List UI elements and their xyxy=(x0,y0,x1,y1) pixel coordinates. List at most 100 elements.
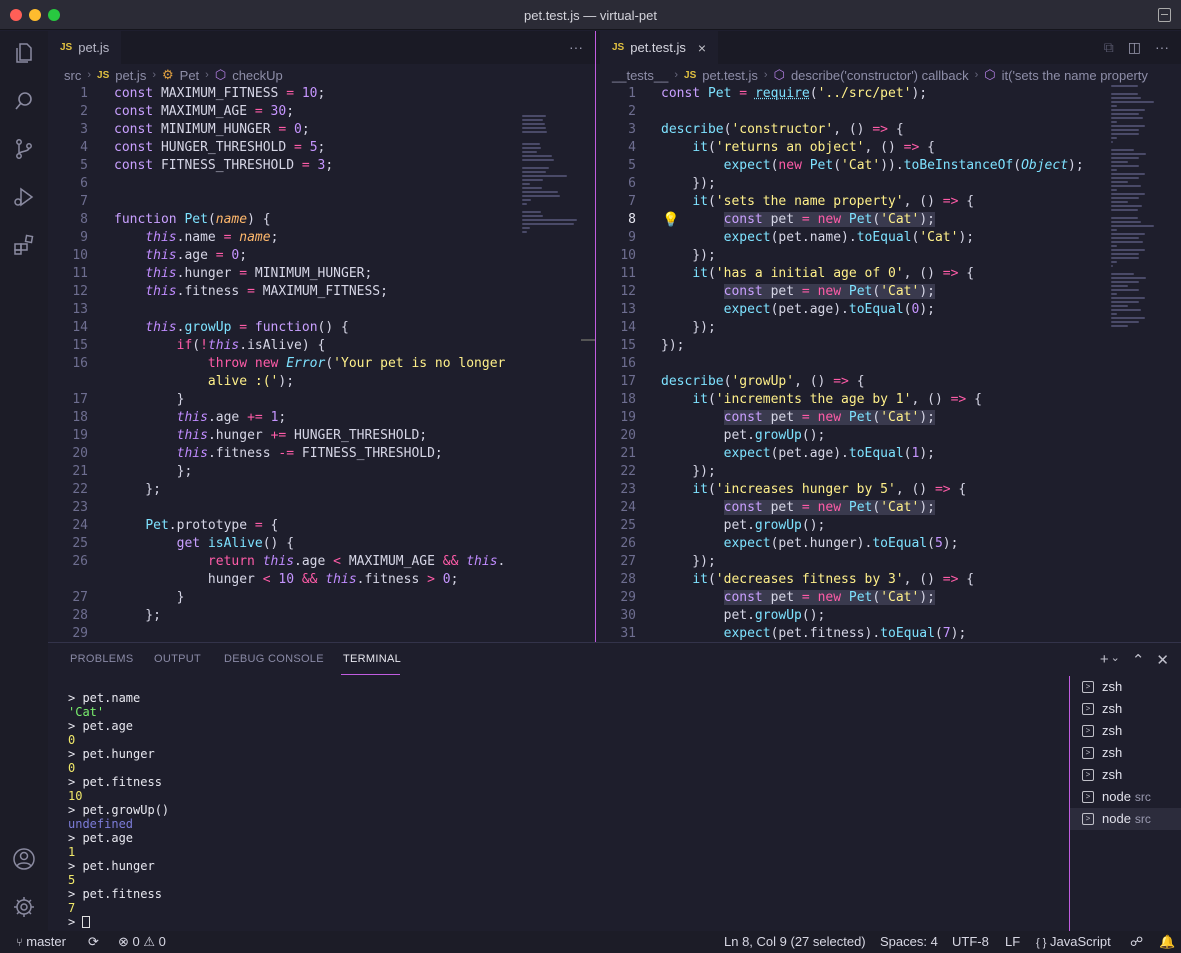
terminal-instance[interactable]: > zsh xyxy=(1070,698,1181,720)
code-line[interactable]: 13 xyxy=(48,301,595,319)
code-line[interactable]: 11 it('has a initial age of 0', () => { xyxy=(596,265,1181,283)
terminal-output[interactable]: > pet.name 'Cat' > pet.age 0 > pet.hunger 0 > … xyxy=(68,691,169,929)
code-line[interactable]: 26 return this.age < MAXIMUM_AGE && this… xyxy=(48,553,595,571)
tab-output[interactable]: OUTPUT xyxy=(154,653,201,665)
code-line[interactable]: 27 } xyxy=(48,589,595,607)
tab-debug-console[interactable]: DEBUG CONSOLE xyxy=(224,653,324,665)
code-line[interactable]: 25 pet.growUp(); xyxy=(596,517,1181,535)
code-line[interactable]: 2 xyxy=(596,103,1181,121)
settings-gear-icon[interactable] xyxy=(12,895,36,919)
more-actions-icon[interactable]: ··· xyxy=(569,39,583,55)
code-line[interactable]: 7 xyxy=(48,193,595,211)
tab-pet-js[interactable]: JS pet.js xyxy=(48,31,121,64)
code-line[interactable]: 4 it('returns an object', () => { xyxy=(596,139,1181,157)
close-panel-icon[interactable]: ✕ xyxy=(1156,651,1169,669)
code-line[interactable]: 7 it('sets the name property', () => { xyxy=(596,193,1181,211)
code-line[interactable]: 1 const Pet = require('../src/pet'); xyxy=(596,85,1181,103)
code-line[interactable]: 10 }); xyxy=(596,247,1181,265)
code-line[interactable]: 10 this.age = 0; xyxy=(48,247,595,265)
terminal-instance[interactable]: > node src xyxy=(1070,786,1181,808)
code-line[interactable]: 20 pet.growUp(); xyxy=(596,427,1181,445)
code-line[interactable]: 9 expect(pet.name).toEqual('Cat'); xyxy=(596,229,1181,247)
minimap[interactable] xyxy=(522,115,582,275)
run-debug-icon[interactable] xyxy=(12,185,36,209)
notifications-icon[interactable]: 🔔 xyxy=(1159,931,1175,953)
terminal-instance[interactable]: > zsh xyxy=(1070,676,1181,698)
code-line[interactable]: 3 describe('constructor', () => { xyxy=(596,121,1181,139)
code-line[interactable]: 12 this.fitness = MAXIMUM_FITNESS; xyxy=(48,283,595,301)
toggle-layout-icon[interactable] xyxy=(1158,8,1171,22)
code-line[interactable]: 25 get isAlive() { xyxy=(48,535,595,553)
code-line[interactable]: 26 expect(pet.hunger).toEqual(5); xyxy=(596,535,1181,553)
minimap[interactable] xyxy=(1111,85,1171,375)
breadcrumb-item[interactable]: checkUp xyxy=(232,68,283,83)
breadcrumb-item[interactable]: src xyxy=(64,68,81,83)
code-line[interactable]: 20 this.fitness -= FITNESS_THRESHOLD; xyxy=(48,445,595,463)
code-line[interactable]: 6 xyxy=(48,175,595,193)
code-line[interactable]: 30 pet.growUp(); xyxy=(596,607,1181,625)
branch-indicator[interactable]: ⑂ master xyxy=(16,931,66,953)
new-terminal-icon[interactable]: + xyxy=(1100,651,1109,669)
code-line[interactable]: 4 const HUNGER_THRESHOLD = 5; xyxy=(48,139,595,157)
breadcrumb-item[interactable]: pet.js xyxy=(115,68,146,83)
code-line[interactable]: 8 const pet = new Pet('Cat'); xyxy=(596,211,1181,229)
code-line[interactable]: 8 function Pet(name) { xyxy=(48,211,595,229)
code-line[interactable]: 18 this.age += 1; xyxy=(48,409,595,427)
code-line[interactable]: 19 const pet = new Pet('Cat'); xyxy=(596,409,1181,427)
code-line[interactable]: hunger < 10 && this.fitness > 0; xyxy=(48,571,595,589)
code-line[interactable]: 24 Pet.prototype = { xyxy=(48,517,595,535)
code-line[interactable]: 22 }; xyxy=(48,481,595,499)
code-line[interactable]: 31 expect(pet.fitness).toEqual(7); xyxy=(596,625,1181,642)
open-changes-icon[interactable]: ⧉ xyxy=(1104,39,1114,56)
code-line[interactable]: 19 this.hunger += HUNGER_THRESHOLD; xyxy=(48,427,595,445)
tab-pet-test-js[interactable]: JS pet.test.js × xyxy=(600,31,718,64)
code-line[interactable]: 16 xyxy=(596,355,1181,373)
encoding[interactable]: UTF-8 xyxy=(952,931,989,953)
terminal-instance[interactable]: > zsh xyxy=(1070,764,1181,786)
indentation[interactable]: Spaces: 4 xyxy=(880,931,938,953)
terminal-instance[interactable]: > zsh xyxy=(1070,742,1181,764)
code-editor[interactable]: 1 const MAXIMUM_FITNESS = 10; 2 const MAXIM… xyxy=(48,85,595,642)
breadcrumb-item[interactable]: it('sets the name property xyxy=(1002,68,1148,83)
code-line[interactable]: 6 }); xyxy=(596,175,1181,193)
maximize-panel-icon[interactable]: ⌃ xyxy=(1132,651,1145,669)
code-line[interactable]: 23 xyxy=(48,499,595,517)
extensions-icon[interactable] xyxy=(12,233,36,257)
close-tab-icon[interactable]: × xyxy=(698,40,706,56)
code-line[interactable]: 21 }; xyxy=(48,463,595,481)
code-line[interactable]: alive :('); xyxy=(48,373,595,391)
code-line[interactable]: 28 }; xyxy=(48,607,595,625)
split-editor-icon[interactable]: ◫ xyxy=(1128,39,1141,56)
cursor-position[interactable]: Ln 8, Col 9 (27 selected) xyxy=(724,931,866,953)
code-editor[interactable]: 1 const Pet = require('../src/pet'); 2 3 des… xyxy=(596,85,1181,642)
breadcrumb-item[interactable]: describe('constructor') callback xyxy=(791,68,969,83)
terminal-instance[interactable]: > node src xyxy=(1070,808,1181,830)
code-line[interactable]: 28 it('decreases fitness by 3', () => { xyxy=(596,571,1181,589)
code-line[interactable]: 22 }); xyxy=(596,463,1181,481)
code-line[interactable]: 12 const pet = new Pet('Cat'); xyxy=(596,283,1181,301)
line-ending[interactable]: LF xyxy=(1005,931,1020,953)
code-line[interactable]: 23 it('increases hunger by 5', () => { xyxy=(596,481,1181,499)
search-icon[interactable] xyxy=(12,89,36,113)
terminal-prompt[interactable]: > xyxy=(68,915,169,929)
code-line[interactable]: 3 const MINIMUM_HUNGER = 0; xyxy=(48,121,595,139)
lightbulb-icon[interactable]: 💡 xyxy=(662,211,679,228)
more-actions-icon[interactable]: ··· xyxy=(1155,39,1169,56)
code-line[interactable]: 15}); xyxy=(596,337,1181,355)
code-line[interactable]: 29 xyxy=(48,625,595,642)
account-icon[interactable] xyxy=(12,847,36,871)
language-mode[interactable]: { } JavaScript xyxy=(1036,931,1111,953)
sync-icon[interactable]: ⟳ xyxy=(88,931,99,953)
tab-terminal[interactable]: TERMINAL xyxy=(343,653,401,665)
breadcrumb-item[interactable]: Pet xyxy=(180,68,200,83)
code-line[interactable]: 5 expect(new Pet('Cat')).toBeInstanceOf(… xyxy=(596,157,1181,175)
code-line[interactable]: 18 it('increments the age by 1', () => { xyxy=(596,391,1181,409)
terminal-instance[interactable]: > zsh xyxy=(1070,720,1181,742)
code-line[interactable]: 29 const pet = new Pet('Cat'); xyxy=(596,589,1181,607)
code-line[interactable]: 2 const MAXIMUM_AGE = 30; xyxy=(48,103,595,121)
breadcrumb-item[interactable]: __tests__ xyxy=(612,68,668,83)
code-line[interactable]: 13 expect(pet.age).toEqual(0); xyxy=(596,301,1181,319)
source-control-icon[interactable] xyxy=(12,137,36,161)
problems-indicator[interactable]: ⊗ 0 ⚠ 0 xyxy=(118,931,166,953)
code-line[interactable]: 1 const MAXIMUM_FITNESS = 10; xyxy=(48,85,595,103)
